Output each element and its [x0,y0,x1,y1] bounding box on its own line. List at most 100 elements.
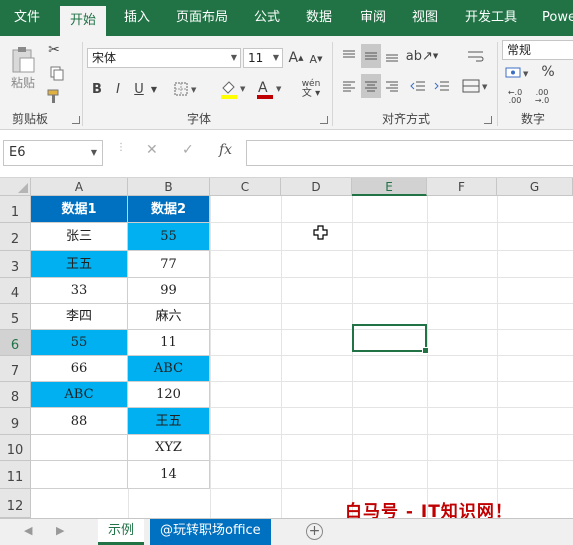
paste-button[interactable]: 粘贴 [8,42,38,94]
table-cell[interactable]: XYZ [128,435,210,461]
font-size-select[interactable]: 11 ▼ [243,48,283,68]
phonetic-button[interactable]: wén 文 ▾ [296,76,326,102]
font-launcher-icon[interactable] [320,116,328,124]
tab-view[interactable]: 视图 [412,0,438,36]
sheet-tab-office[interactable]: @玩转职场office [150,519,271,545]
table-cell[interactable]: 55 [31,330,128,356]
tab-review[interactable]: 审阅 [360,0,386,36]
table-cell[interactable]: 李四 [31,304,128,330]
font-name-select[interactable]: 宋体 ▼ [87,48,241,68]
row-header-12[interactable]: 12 [0,489,31,518]
table-cell[interactable]: 120 [128,382,210,408]
percent-style-button[interactable]: % [538,62,558,82]
shrink-font-button[interactable]: A ▼ [308,50,324,68]
merge-center-icon[interactable]: ▼ [460,76,492,96]
name-box[interactable]: E6 ▼ [3,140,103,166]
table-cell[interactable]: ABC [31,382,128,408]
column-header-c[interactable]: C [210,178,281,196]
align-center-icon[interactable] [361,74,381,98]
table-cell[interactable]: 王五 [128,408,210,435]
table-cell[interactable]: 11 [128,330,210,356]
add-sheet-icon[interactable]: + [306,523,323,540]
tab-developer[interactable]: 开发工具 [465,0,517,36]
alignment-launcher-icon[interactable] [484,116,492,124]
row-header-2[interactable]: 2 [0,223,31,251]
align-right-icon[interactable] [383,76,401,96]
tab-page-layout[interactable]: 页面布局 [176,0,228,36]
scroll-left-icon[interactable]: ◀ [24,524,32,537]
cancel-icon[interactable]: ✕ [146,142,158,158]
table-cell[interactable]: 99 [128,278,210,304]
table-header-cell[interactable]: 数据2 [128,196,210,223]
align-bottom-icon[interactable] [383,46,401,66]
borders-button[interactable]: ▼ [168,79,204,99]
more-options-icon[interactable]: ⋮ [116,142,126,153]
table-cell[interactable]: 张三 [31,223,128,251]
table-cell[interactable]: 55 [128,223,210,251]
decrease-decimal-icon[interactable]: .00 →.0 [530,86,554,108]
column-header-e[interactable]: E [352,178,427,196]
active-cell-selection[interactable] [352,324,429,354]
decrease-indent-icon[interactable] [408,76,428,96]
underline-button[interactable]: U [131,79,147,99]
insert-function-icon[interactable]: fx [219,142,232,158]
column-header-d[interactable]: D [281,178,352,196]
align-top-icon[interactable] [340,46,358,66]
tab-insert[interactable]: 插入 [124,0,150,36]
row-header-8[interactable]: 8 [0,382,31,408]
row-header-7[interactable]: 7 [0,356,31,382]
table-cell[interactable]: 33 [31,278,128,304]
select-all-button[interactable] [0,178,31,196]
table-cell[interactable]: 麻六 [128,304,210,330]
row-header-9[interactable]: 9 [0,408,31,435]
column-header-b[interactable]: B [128,178,210,196]
table-cell[interactable]: 77 [128,251,210,278]
table-cell[interactable] [31,461,128,489]
orientation-icon[interactable]: ab↗ ▼ [406,46,439,66]
number-format-select[interactable]: 常规 [502,40,573,60]
chevron-down-icon[interactable]: ▼ [148,79,160,99]
tab-power[interactable]: Powe [542,0,573,36]
formula-input[interactable] [246,140,573,166]
increase-decimal-icon[interactable]: ←.0.00 [503,86,527,108]
table-header-cell[interactable]: 数据1 [31,196,128,223]
align-left-icon[interactable] [340,76,358,96]
wrap-text-icon[interactable] [462,46,490,66]
font-color-button[interactable]: A ▼ [254,78,286,100]
tab-file[interactable]: 文件 [14,0,40,36]
table-cell[interactable]: 66 [31,356,128,382]
format-painter-icon[interactable] [44,86,64,106]
enter-icon[interactable]: ✓ [182,142,194,158]
tab-formulas[interactable]: 公式 [254,0,280,36]
italic-button[interactable]: I [110,79,126,99]
tab-data[interactable]: 数据 [306,0,332,36]
bold-button[interactable]: B [89,79,105,99]
row-header-5[interactable]: 5 [0,304,31,330]
table-cell[interactable]: 王五 [31,251,128,278]
column-header-g[interactable]: G [497,178,573,196]
table-cell[interactable]: 88 [31,408,128,435]
column-header-a[interactable]: A [31,178,128,196]
sheet-tab-example[interactable]: 示例 [98,519,145,545]
fill-color-button[interactable]: ▼ [218,78,250,100]
worksheet-grid[interactable]: ABCDEFG 1 2 3 4 5 6 7 8 9 10 11 12 数据1 数据2 张三 王五 33 李四 55… [0,178,573,518]
row-header-1[interactable]: 1 [0,196,31,223]
row-header-10[interactable]: 10 [0,435,31,461]
scroll-right-icon[interactable]: ▶ [56,524,64,537]
table-cell[interactable] [31,435,128,461]
row-header-11[interactable]: 11 [0,461,31,489]
table-cell[interactable]: 14 [128,461,210,489]
align-middle-icon[interactable] [361,44,381,68]
row-header-3[interactable]: 3 [0,251,31,278]
tab-home[interactable]: 开始 [60,6,107,36]
cut-icon[interactable]: ✂ [44,40,64,60]
currency-format-icon[interactable]: ▼ [504,64,532,82]
column-header-f[interactable]: F [427,178,497,196]
copy-icon[interactable] [44,63,70,83]
row-header-6[interactable]: 6 [0,330,31,356]
clipboard-launcher-icon[interactable] [72,116,80,124]
row-header-4[interactable]: 4 [0,278,31,304]
increase-indent-icon[interactable] [432,76,452,96]
grow-font-button[interactable]: A ▲ [288,48,304,68]
table-cell[interactable]: ABC [128,356,210,382]
